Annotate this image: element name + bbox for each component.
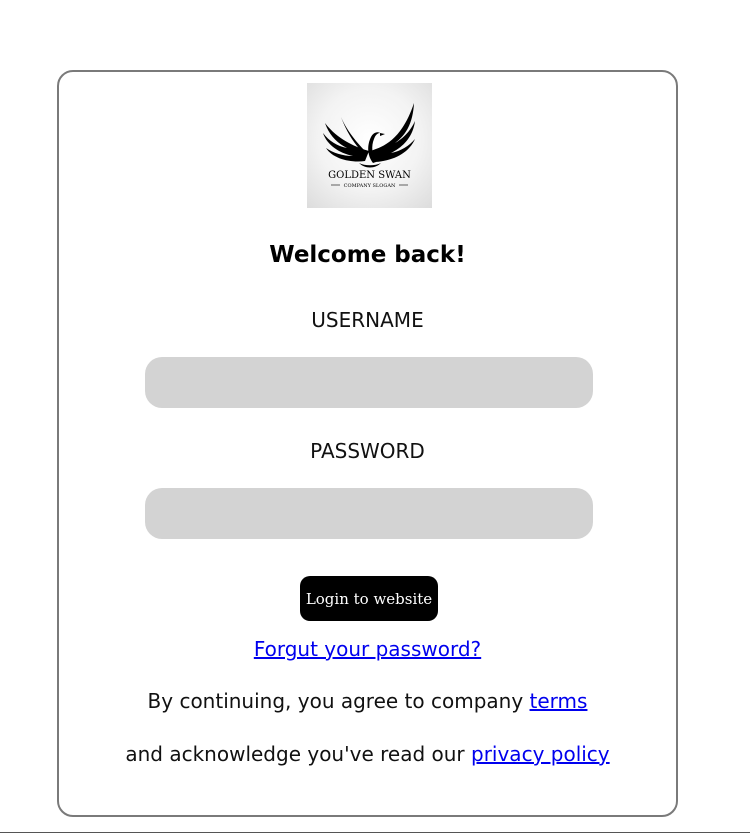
swan-wings-logo-icon: GOLDEN SWAN COMPANY SLOGAN [323, 103, 415, 189]
login-card: GOLDEN SWAN COMPANY SLOGAN Welcome back!… [57, 70, 678, 817]
page: GOLDEN SWAN COMPANY SLOGAN Welcome back!… [0, 0, 750, 835]
forgot-password-row: Forgut your password? [59, 637, 676, 661]
username-input[interactable] [145, 357, 593, 408]
terms-notice-text: By continuing, you agree to company [147, 689, 530, 713]
username-label: USERNAME [311, 308, 424, 332]
terms-notice: By continuing, you agree to company term… [59, 689, 676, 713]
terms-link[interactable]: terms [530, 689, 588, 713]
page-title: Welcome back! [269, 242, 466, 268]
password-label: PASSWORD [310, 439, 425, 463]
privacy-notice-text: and acknowledge you've read our [125, 742, 471, 766]
company-logo: GOLDEN SWAN COMPANY SLOGAN [307, 83, 432, 208]
password-input[interactable] [145, 488, 593, 539]
login-button[interactable]: Login to website [300, 576, 438, 621]
privacy-notice: and acknowledge you've read our privacy … [59, 742, 676, 766]
bottom-divider [0, 832, 750, 833]
logo-slogan: COMPANY SLOGAN [344, 183, 396, 189]
logo-brand-name: GOLDEN SWAN [328, 170, 411, 181]
privacy-policy-link[interactable]: privacy policy [471, 742, 610, 766]
forgot-password-link[interactable]: Forgut your password? [254, 637, 481, 661]
